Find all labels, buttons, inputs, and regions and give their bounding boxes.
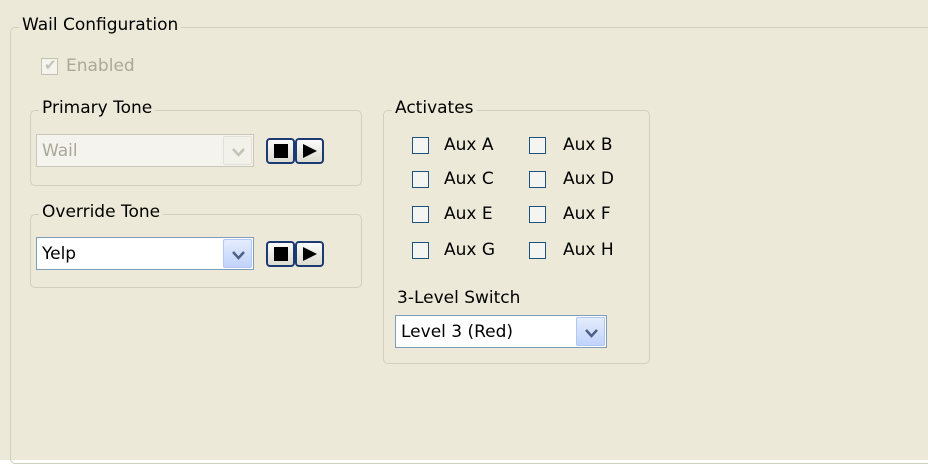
override-stop-button[interactable]	[266, 241, 295, 267]
override-tone-dropdown-button[interactable]	[223, 239, 252, 268]
three-level-switch-dropdown-button[interactable]	[576, 317, 605, 346]
checkmark-icon: ✔	[44, 56, 57, 74]
enabled-checkbox[interactable]: ✔	[41, 56, 58, 75]
override-tone-title: Override Tone	[39, 202, 164, 222]
override-play-button[interactable]	[295, 241, 324, 267]
aux-f-checkbox[interactable]	[529, 206, 546, 223]
activates-title: Activates	[392, 98, 477, 118]
page: Wail Configuration ✔ Enabled Primary Ton…	[0, 0, 928, 464]
aux-b-label: Aux B	[563, 135, 613, 155]
aux-d-checkbox[interactable]	[529, 171, 546, 188]
aux-g-label: Aux G	[444, 240, 496, 260]
aux-a-label: Aux A	[444, 135, 494, 155]
config-panel: Wail Configuration ✔ Enabled Primary Ton…	[0, 0, 928, 464]
primary-tone-select[interactable]: Wail	[36, 134, 254, 167]
chevron-down-icon	[232, 148, 245, 157]
override-tone-value: Yelp	[42, 244, 77, 264]
play-icon	[303, 144, 317, 158]
aux-h-checkbox[interactable]	[529, 242, 546, 259]
aux-c-label: Aux C	[444, 169, 494, 189]
aux-d-label: Aux D	[563, 169, 614, 189]
aux-f-label: Aux F	[563, 204, 611, 224]
three-level-switch-label: 3-Level Switch	[397, 288, 521, 308]
override-tone-select[interactable]: Yelp	[36, 237, 254, 270]
play-icon	[303, 247, 317, 261]
aux-h-label: Aux H	[563, 240, 614, 260]
primary-play-button[interactable]	[295, 138, 324, 164]
primary-tone-value: Wail	[42, 141, 78, 161]
aux-e-checkbox[interactable]	[412, 206, 429, 223]
three-level-switch-value: Level 3 (Red)	[401, 322, 514, 342]
enabled-label: Enabled	[66, 56, 135, 76]
aux-e-label: Aux E	[444, 204, 493, 224]
chevron-down-icon	[585, 329, 598, 338]
primary-stop-button[interactable]	[266, 138, 295, 164]
chevron-down-icon	[232, 251, 245, 260]
wail-configuration-title: Wail Configuration	[19, 15, 182, 35]
stop-icon	[274, 144, 288, 158]
aux-b-checkbox[interactable]	[529, 137, 546, 154]
three-level-switch-select[interactable]: Level 3 (Red)	[395, 315, 607, 348]
primary-tone-title: Primary Tone	[39, 98, 156, 118]
primary-tone-dropdown-button[interactable]	[223, 136, 252, 165]
aux-g-checkbox[interactable]	[412, 242, 429, 259]
stop-icon	[274, 247, 288, 261]
aux-a-checkbox[interactable]	[412, 137, 429, 154]
aux-c-checkbox[interactable]	[412, 171, 429, 188]
